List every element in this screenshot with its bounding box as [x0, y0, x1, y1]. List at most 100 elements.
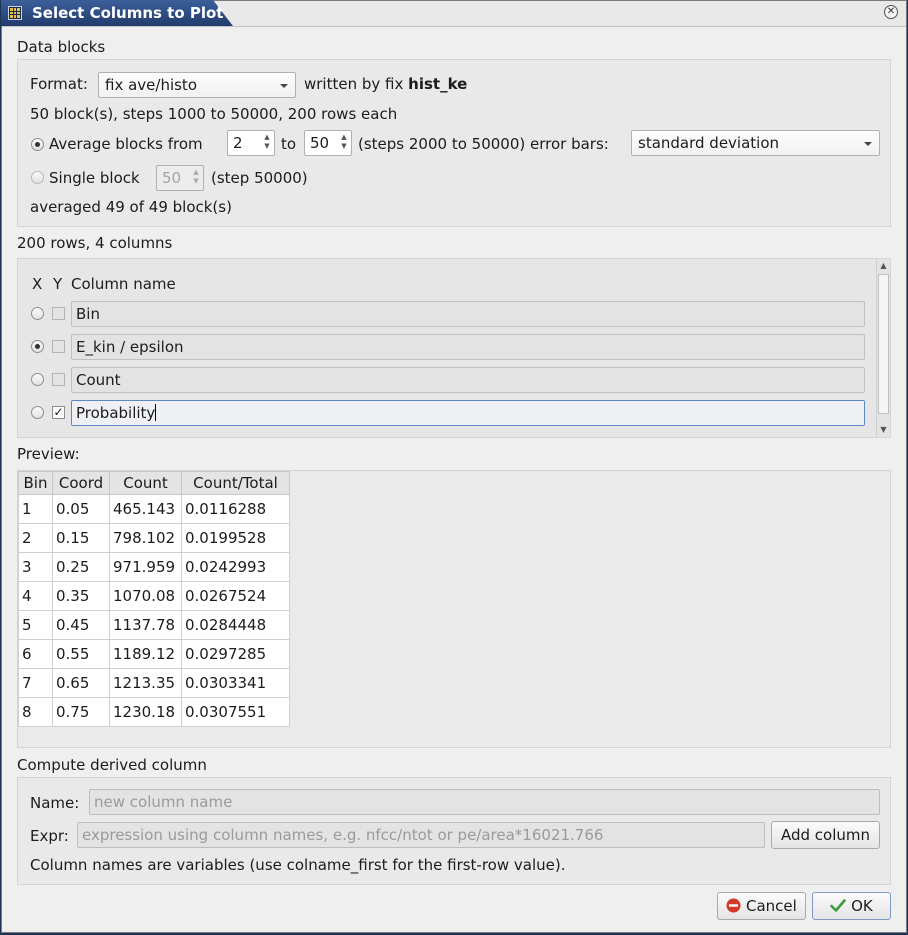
table-cell: 7 — [18, 668, 53, 698]
single-block-spinbox[interactable]: 50 ▲ ▼ — [156, 165, 204, 191]
data-blocks-heading: Data blocks — [17, 38, 106, 56]
average-blocks-radio[interactable] — [31, 138, 44, 151]
text-caret — [155, 404, 157, 421]
x-radio-ekin[interactable] — [31, 340, 44, 353]
column-header-x: X — [32, 275, 43, 293]
table-cell: 0.0267524 — [181, 581, 290, 611]
table-cell: 1189.12 — [109, 639, 182, 669]
written-by-text: written by fix — [304, 75, 404, 93]
table-row: 1 0.05 465.143 0.0116288 — [18, 494, 290, 524]
table-cell: 0.0303341 — [181, 668, 290, 698]
format-combo[interactable]: fix ave/histo — [98, 72, 296, 98]
x-radio-bin[interactable] — [31, 307, 44, 320]
y-checkbox-probability[interactable]: ✓ — [52, 406, 65, 419]
x-radio-count[interactable] — [31, 373, 44, 386]
single-block-value: 50 — [162, 169, 182, 187]
x-radio-probability[interactable] — [31, 406, 44, 419]
expression-input[interactable]: expression using column names, e.g. nfcc… — [77, 822, 765, 848]
add-column-button[interactable]: Add column — [771, 821, 880, 849]
single-step-label: (step 50000) — [211, 169, 308, 187]
select-columns-dialog: Select Columns to Plot ✕ Data blocks For… — [1, 0, 907, 933]
table-row: 2 0.15 798.102 0.0199528 — [18, 523, 290, 553]
columns-heading: 200 rows, 4 columns — [17, 234, 173, 252]
table-row: 6 0.55 1189.12 0.0297285 — [18, 639, 290, 669]
scrollbar-thumb[interactable] — [878, 274, 889, 414]
columns-list: X Y Column name Bin E_kin / epsilon Coun… — [17, 258, 891, 438]
derived-heading: Compute derived column — [17, 756, 207, 774]
preview-col-header[interactable]: Coord — [52, 471, 110, 495]
average-blocks-label: Average blocks from — [49, 135, 203, 153]
scroll-up-icon[interactable]: ▲ — [877, 259, 890, 273]
fix-name: hist_ke — [408, 75, 468, 93]
derived-group: Name: new column name Expr: expression u… — [17, 777, 891, 885]
format-value: fix ave/histo — [105, 76, 197, 94]
scroll-down-icon[interactable]: ▼ — [877, 423, 890, 437]
preview-col-header[interactable]: Count — [109, 471, 182, 495]
table-cell: 0.0242993 — [181, 552, 290, 582]
y-checkbox-ekin[interactable] — [52, 340, 65, 353]
column-name-text: E_kin / epsilon — [76, 338, 184, 356]
ok-label: OK — [851, 897, 873, 915]
table-cell: 1230.18 — [109, 697, 182, 727]
preview-header-row: Bin Coord Count Count/Total — [18, 471, 290, 495]
y-checkbox-count[interactable] — [52, 373, 65, 386]
column-header-name: Column name — [71, 275, 176, 293]
avg-from-spinbox[interactable]: 2 ▲ ▼ — [227, 130, 275, 156]
window-title: Select Columns to Plot — [32, 4, 224, 22]
avg-from-value: 2 — [233, 134, 243, 152]
format-label: Format: — [30, 75, 88, 93]
single-block-label: Single block — [49, 169, 140, 187]
column-name-text: Bin — [76, 305, 100, 323]
preview-table-frame: Bin Coord Count Count/Total 1 0.05 465.143… — [17, 470, 891, 748]
title-bar[interactable]: Select Columns to Plot ✕ — [1, 0, 906, 27]
table-cell: 3 — [18, 552, 53, 582]
checkmark-icon — [830, 899, 847, 912]
error-bars-value: standard deviation — [638, 134, 780, 152]
to-label: to — [281, 135, 297, 153]
table-cell: 0.45 — [52, 610, 110, 640]
spin-arrows-icon[interactable]: ▲ ▼ — [262, 133, 272, 153]
table-row: 5 0.45 1137.78 0.0284448 — [18, 610, 290, 640]
table-cell: 0.0199528 — [181, 523, 290, 553]
new-column-name-input[interactable]: new column name — [89, 789, 880, 815]
table-cell: 5 — [18, 610, 53, 640]
avg-to-spinbox[interactable]: 50 ▲ ▼ — [304, 130, 352, 156]
name-label: Name: — [30, 794, 80, 812]
column-name-field[interactable]: Probability — [71, 400, 865, 426]
table-row: 8 0.75 1230.18 0.0307551 — [18, 697, 290, 727]
table-cell: 0.15 — [52, 523, 110, 553]
column-name-field[interactable]: Count — [71, 367, 865, 393]
ok-button[interactable]: OK — [812, 892, 891, 920]
table-cell: 0.55 — [52, 639, 110, 669]
table-cell: 1213.35 — [109, 668, 182, 698]
table-cell: 971.959 — [109, 552, 182, 582]
written-by-label: written by fix hist_ke — [304, 75, 467, 93]
name-placeholder: new column name — [94, 793, 233, 811]
table-cell: 6 — [18, 639, 53, 669]
error-bars-combo[interactable]: standard deviation — [631, 130, 880, 156]
preview-col-header[interactable]: Bin — [18, 471, 53, 495]
avg-steps-label: (steps 2000 to 50000) error bars: — [358, 135, 609, 153]
table-row: 7 0.65 1213.35 0.0303341 — [18, 668, 290, 698]
spin-arrows-icon[interactable]: ▲ ▼ — [339, 133, 349, 153]
blocks-summary: 50 block(s), steps 1000 to 50000, 200 ro… — [30, 105, 398, 123]
table-cell: 0.65 — [52, 668, 110, 698]
columns-scrollbar[interactable]: ▲ ▼ — [876, 259, 890, 437]
column-header-y: Y — [53, 275, 63, 293]
table-cell: 798.102 — [109, 523, 182, 553]
column-name-field[interactable]: E_kin / epsilon — [71, 334, 865, 360]
column-name-text: Probability — [76, 404, 156, 422]
y-checkbox-bin[interactable] — [52, 307, 65, 320]
table-cell: 4 — [18, 581, 53, 611]
single-block-radio[interactable] — [31, 171, 44, 184]
table-row: 3 0.25 971.959 0.0242993 — [18, 552, 290, 582]
chevron-down-icon — [280, 84, 288, 88]
table-cell: 0.0307551 — [181, 697, 290, 727]
column-name-text: Count — [76, 371, 121, 389]
preview-col-header[interactable]: Count/Total — [181, 471, 290, 495]
close-icon[interactable]: ✕ — [884, 5, 898, 19]
table-cell: 0.0116288 — [181, 494, 290, 524]
data-blocks-group: Format: fix ave/histo written by fix his… — [17, 59, 891, 227]
column-name-field[interactable]: Bin — [71, 301, 865, 327]
cancel-button[interactable]: Cancel — [717, 892, 806, 920]
